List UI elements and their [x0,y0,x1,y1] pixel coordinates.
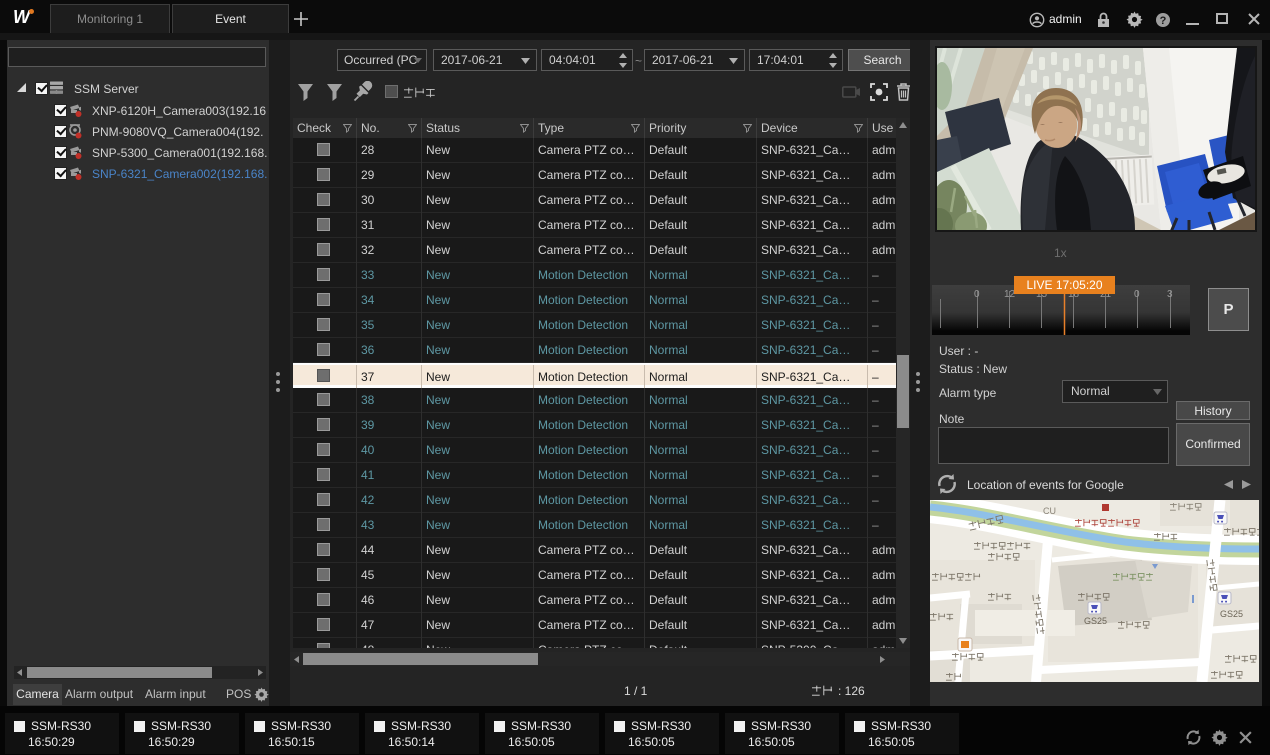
svg-text:?: ? [1160,15,1167,27]
svg-text:CU: CU [1043,506,1056,516]
svg-text:0: 0 [974,289,980,300]
svg-text:0: 0 [1134,289,1140,300]
svg-text:GS25: GS25 [1220,609,1243,619]
svg-text:GS25: GS25 [1084,616,1107,626]
svg-text:3: 3 [1167,289,1173,300]
